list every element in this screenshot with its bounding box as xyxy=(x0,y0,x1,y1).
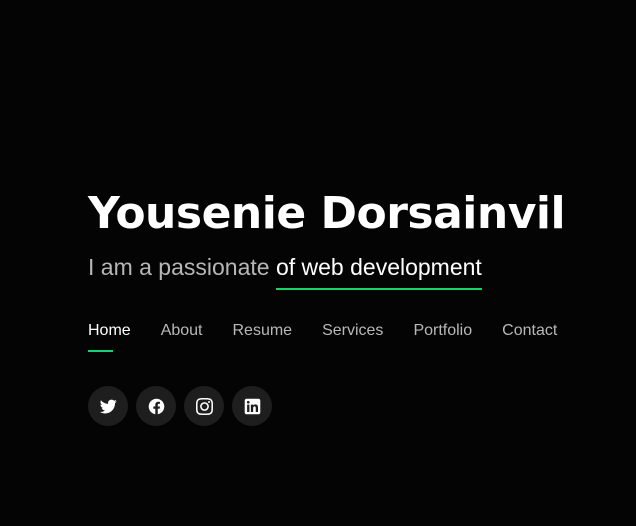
instagram-icon xyxy=(195,397,213,415)
nav-item-contact[interactable]: Contact xyxy=(502,322,557,352)
twitter-icon xyxy=(99,399,117,413)
facebook-icon xyxy=(148,398,164,414)
nav-item-about[interactable]: About xyxy=(161,322,203,352)
twitter-link[interactable] xyxy=(88,386,128,426)
nav-item-services[interactable]: Services xyxy=(322,322,383,352)
nav-item-home[interactable]: Home xyxy=(88,322,131,352)
social-links xyxy=(88,386,272,426)
facebook-link[interactable] xyxy=(136,386,176,426)
nav-item-portfolio[interactable]: Portfolio xyxy=(413,322,472,352)
hero-tagline: I am a passionate of web development xyxy=(88,252,628,292)
instagram-link[interactable] xyxy=(184,386,224,426)
tagline-lead: I am a passionate xyxy=(88,254,276,280)
linkedin-icon xyxy=(244,398,260,414)
tagline-typed-text: of web development xyxy=(275,252,482,290)
main-nav: Home About Resume Services Portfolio Con… xyxy=(88,322,587,352)
nav-item-resume[interactable]: Resume xyxy=(233,322,293,352)
hero-name: Yousenie Dorsainvil xyxy=(88,188,566,239)
hero: Yousenie Dorsainvil I am a passionate of… xyxy=(88,186,628,292)
linkedin-link[interactable] xyxy=(232,386,272,426)
